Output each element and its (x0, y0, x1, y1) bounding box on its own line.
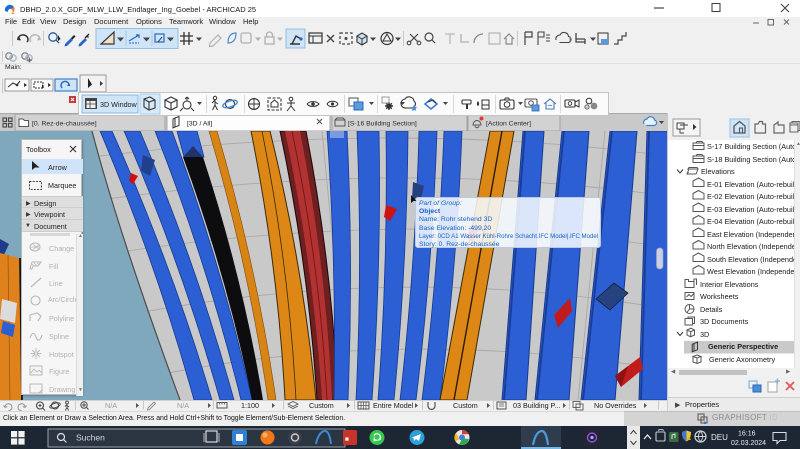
svg-text:03 Building P...: 03 Building P... (513, 401, 560, 410)
svg-text:3D Window: 3D Window (100, 100, 138, 109)
svg-text:Custom: Custom (453, 401, 478, 410)
svg-text:[0. Rez-de-chaussée]: [0. Rez-de-chaussée] (32, 121, 97, 128)
svg-text:Custom: Custom (309, 401, 334, 410)
svg-text:N/A: N/A (105, 401, 117, 410)
svg-text:[Action Center]: [Action Center] (486, 121, 531, 128)
svg-text:[S-16 Building Section]: [S-16 Building Section] (348, 121, 417, 128)
svg-text:16:16: 16:16 (738, 431, 756, 438)
svg-text:1:100: 1:100 (241, 401, 259, 410)
svg-text:Entire Model: Entire Model (373, 401, 414, 410)
svg-text:02.03.2024: 02.03.2024 (731, 440, 766, 447)
svg-text:■: ■ (345, 436, 349, 443)
svg-text:Suchen: Suchen (76, 433, 105, 443)
svg-text:[3D / All]: [3D / All] (187, 121, 212, 128)
svg-text:DEU: DEU (711, 433, 728, 442)
svg-text:N/A: N/A (177, 401, 189, 410)
svg-text:No Overrides: No Overrides (594, 401, 637, 410)
